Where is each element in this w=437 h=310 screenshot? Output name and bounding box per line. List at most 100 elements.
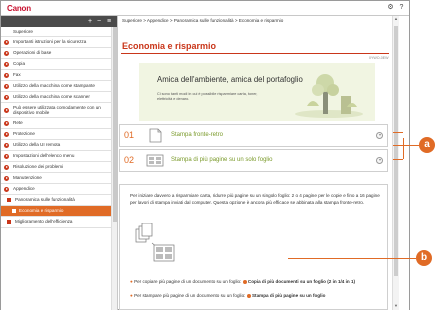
sidebar-item[interactable]: Impostazioni dell'elenco menu	[1, 151, 111, 162]
content-scroll-thumb[interactable]	[394, 26, 398, 276]
sidebar-item-label: Utilizzo della macchina come stampante	[13, 83, 95, 89]
sidebar-item[interactable]: Miglioramento dell'efficienza	[1, 217, 111, 228]
topic-number: 01	[124, 130, 135, 140]
callout-a-line	[403, 138, 404, 159]
expand-arrow-icon[interactable]	[4, 94, 9, 100]
banner-text: Ci sono tanti modi in cui è possibile ri…	[157, 92, 258, 101]
sidebar-item[interactable]: Panoramica sulle funzionalità	[1, 195, 111, 206]
topic-number: 02	[124, 155, 135, 165]
sidebar-item[interactable]: Può essere utilizzata comodamente con un…	[1, 103, 111, 118]
sidebar-item-label: Fax	[13, 72, 21, 78]
sidebar-toolbar: + − ≡	[1, 16, 117, 27]
expand-arrow-icon[interactable]	[4, 164, 9, 170]
help-icon[interactable]: ?	[397, 3, 406, 12]
expand-arrow-icon[interactable]	[4, 186, 9, 192]
sidebar-item-label: Impostazioni dell'elenco menu	[13, 153, 75, 159]
expand-arrow-icon[interactable]	[4, 142, 9, 148]
expand-all-button[interactable]: +	[88, 17, 92, 26]
sidebar-item-label: Economia e risparmio	[19, 208, 64, 214]
page-square-icon	[7, 220, 11, 224]
sidebar-item[interactable]: Superiore	[1, 27, 111, 37]
canon-logo: Canon	[7, 4, 31, 13]
main-content: Superiore > Appendice > Panoramica sulle…	[119, 16, 409, 310]
sidebar-item[interactable]: Protezione	[1, 129, 111, 140]
topic-duplex-printing[interactable]: 01 Stampa fronte-retro	[119, 124, 388, 147]
sidebar-item-label: Importanti istruzioni per la sicurezza	[13, 39, 87, 45]
callout-a-line	[393, 145, 419, 146]
page-title: Economia e risparmio	[122, 41, 217, 51]
expand-arrow-icon[interactable]	[4, 131, 9, 137]
pages-to-sheet-illustration	[135, 223, 175, 262]
sidebar-scrollbar[interactable]	[111, 27, 117, 310]
expand-arrow-icon[interactable]	[4, 153, 9, 159]
expand-arrow-icon[interactable]	[4, 120, 9, 126]
callout-b-line	[288, 258, 416, 259]
link-arrow-icon	[246, 293, 251, 298]
callout-a-line	[393, 132, 403, 133]
content-scrollbar[interactable]: ▲ ▼	[392, 16, 399, 310]
expand-arrow-icon[interactable]	[4, 39, 9, 45]
sidebar-item[interactable]: Appendice	[1, 184, 111, 195]
collapse-all-button[interactable]: −	[97, 17, 101, 26]
scroll-up-icon[interactable]: ▲	[394, 17, 398, 21]
sidebar-item[interactable]: Fax	[1, 70, 111, 81]
sidebar-item[interactable]: Utilizzo della UI remota	[1, 140, 111, 151]
sidebar-item[interactable]: Risoluzione dei problemi	[1, 162, 111, 173]
bullet-copy-prefix: Per copiare più pagine di un documento s…	[134, 279, 242, 284]
expand-arrow-icon[interactable]	[4, 61, 9, 67]
sidebar-item-label: Rete	[13, 120, 23, 126]
eco-banner: Amica dell'ambiente, amica del portafogl…	[139, 63, 375, 121]
expanded-topic-panel: Per iniziare davvero a risparmiare carta…	[119, 184, 388, 310]
topic-label: Stampa fronte-retro	[171, 132, 224, 138]
topic-multi-page-printing[interactable]: 02 Stampa di più pagine su un solo fogli…	[119, 149, 388, 172]
chevron-down-icon[interactable]	[376, 157, 383, 164]
sidebar-item-label: Appendice	[13, 186, 35, 192]
page-square-icon	[7, 198, 11, 202]
sidebar: + − ≡ Superiore Importanti istruzioni per…	[1, 16, 118, 310]
multi-page-icon	[146, 154, 164, 167]
callout-a-badge: a	[419, 137, 435, 153]
sidebar-item-label: Utilizzo della macchina come scanner	[13, 94, 90, 100]
bullet-copy-multiple: ● Per copiare più pagine di un documento…	[130, 279, 356, 284]
panel-description: Per iniziare davvero a risparmiare carta…	[130, 193, 380, 205]
sidebar-item[interactable]: Importanti istruzioni per la sicurezza	[1, 37, 111, 48]
breadcrumb[interactable]: Superiore > Appendice > Panoramica sulle…	[122, 18, 283, 23]
link-copy-multiple[interactable]: Copia di più documenti su un foglio (2 i…	[248, 279, 355, 284]
sidebar-item[interactable]: Copia	[1, 59, 111, 70]
callout-b-badge: b	[416, 250, 432, 266]
sidebar-item[interactable]: Manutenzione	[1, 173, 111, 184]
duplex-page-icon	[149, 128, 162, 143]
scroll-down-icon[interactable]: ▼	[394, 304, 398, 308]
bullet-print-prefix: Per stampare più pagine di un documento …	[134, 293, 246, 298]
banner-title: Amica dell'ambiente, amica del portafogl…	[157, 75, 303, 84]
sidebar-item-label: Miglioramento dell'efficienza	[15, 219, 73, 225]
expand-arrow-icon[interactable]	[4, 72, 9, 78]
sidebar-item-label: Utilizzo della UI remota	[13, 142, 61, 148]
sidebar-item-label: Copia	[13, 61, 26, 67]
sidebar-scroll-thumb[interactable]	[113, 27, 117, 222]
page-square-icon	[12, 209, 16, 213]
document-id: 0YWO-0EW	[369, 56, 389, 60]
gear-icon[interactable]: ⚙	[386, 3, 395, 12]
sidebar-item-label: Operazioni di base	[13, 50, 52, 56]
callout-a-line	[393, 159, 403, 160]
sidebar-item[interactable]: Operazioni di base	[1, 48, 111, 59]
sidebar-item[interactable]: Rete	[1, 118, 111, 129]
sidebar-item-label: Risoluzione dei problemi	[13, 164, 64, 170]
expand-arrow-icon[interactable]	[4, 50, 9, 56]
sidebar-item[interactable]: Economia e risparmio	[1, 206, 111, 217]
help-window: Canon ⚙ ? + − ≡ Superiore Importanti istr…	[0, 0, 410, 310]
sidebar-item[interactable]: Utilizzo della macchina come scanner	[1, 92, 111, 103]
sidebar-item-label: Panoramica sulle funzionalità	[15, 197, 75, 203]
expand-arrow-icon[interactable]	[4, 107, 9, 113]
expand-arrow-icon[interactable]	[4, 175, 9, 181]
menu-icon[interactable]: ≡	[107, 17, 111, 26]
expand-arrow-icon[interactable]	[4, 83, 9, 89]
chevron-down-icon[interactable]	[376, 132, 383, 139]
title-divider	[121, 53, 389, 54]
sidebar-item-label: Può essere utilizzata comodamente con un…	[13, 104, 101, 116]
sidebar-item[interactable]: Utilizzo della macchina come stampante	[1, 81, 111, 92]
sidebar-item-label: Manutenzione	[13, 175, 42, 181]
topic-label: Stampa di più pagine su un solo foglio	[171, 157, 273, 163]
link-print-multiple[interactable]: Stampa di più pagine su un foglio	[252, 293, 326, 298]
